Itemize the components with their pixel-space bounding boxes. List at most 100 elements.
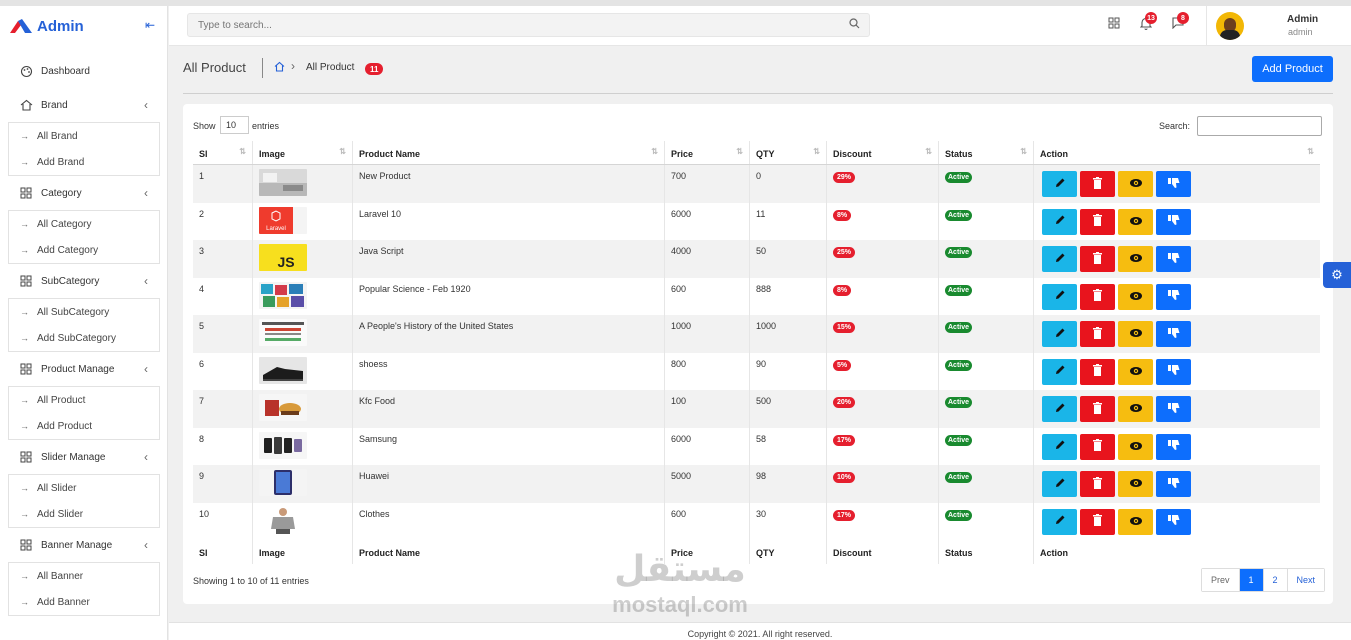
sidebar-subitem-add-subcategory[interactable]: → Add SubCategory <box>9 325 159 351</box>
sidebar-item-category[interactable]: Category ‹ <box>0 176 168 210</box>
status-badge[interactable]: Active <box>945 172 973 183</box>
edit-button[interactable] <box>1042 508 1077 535</box>
deactivate-button[interactable] <box>1156 471 1191 497</box>
apps-grid-icon[interactable] <box>1108 17 1120 32</box>
view-button[interactable] <box>1118 358 1153 385</box>
sidebar-subitem-add-banner[interactable]: → Add Banner <box>9 589 159 615</box>
sidebar-subitem-all-brand[interactable]: → All Brand <box>9 123 159 149</box>
sort-icon[interactable]: ⇅ <box>736 147 743 156</box>
search-input[interactable] <box>187 13 870 37</box>
column-header-sl[interactable]: Sl ⇅ <box>193 141 252 164</box>
delete-button[interactable] <box>1080 283 1115 310</box>
avatar[interactable] <box>1216 12 1244 40</box>
sidebar-item-slider-manage[interactable]: Slider Manage ‹ <box>0 440 168 474</box>
status-badge[interactable]: Active <box>945 397 973 408</box>
sidebar-subitem-all-banner[interactable]: → All Banner <box>9 563 159 589</box>
add-product-button[interactable]: Add Product <box>1252 56 1333 82</box>
sort-icon[interactable]: ⇅ <box>651 147 658 156</box>
view-button[interactable] <box>1118 171 1153 197</box>
sidebar-item-product-manage[interactable]: Product Manage ‹ <box>0 352 168 386</box>
edit-button[interactable] <box>1042 396 1077 422</box>
sidebar-subitem-add-product[interactable]: → Add Product <box>9 413 159 439</box>
view-button[interactable] <box>1118 321 1153 347</box>
settings-gear-icon[interactable]: ⚙ <box>1323 262 1351 288</box>
status-badge[interactable]: Active <box>945 509 973 521</box>
status-badge[interactable]: Active <box>945 434 973 446</box>
status-badge[interactable]: Active <box>945 284 973 296</box>
sort-icon[interactable]: ⇅ <box>339 147 346 156</box>
sidebar-subitem-add-brand[interactable]: → Add Brand <box>9 149 159 175</box>
delete-button[interactable] <box>1080 396 1115 422</box>
view-button[interactable] <box>1118 396 1153 422</box>
status-badge[interactable]: Active <box>945 322 973 333</box>
brand[interactable]: Admin <box>0 6 168 46</box>
sidebar-subitem-all-subcategory[interactable]: → All SubCategory <box>9 299 159 325</box>
view-button[interactable] <box>1118 283 1153 310</box>
delete-button[interactable] <box>1080 171 1115 197</box>
sort-icon[interactable]: ⇅ <box>239 147 246 156</box>
sidebar-subitem-all-slider[interactable]: → All Slider <box>9 475 159 501</box>
column-header-price[interactable]: Price ⇅ <box>664 141 749 164</box>
view-button[interactable] <box>1118 433 1153 460</box>
delete-button[interactable] <box>1080 471 1115 497</box>
delete-button[interactable] <box>1080 358 1115 385</box>
deactivate-button[interactable] <box>1156 358 1191 385</box>
status-badge[interactable]: Active <box>945 209 973 221</box>
sidebar-subitem-add-slider[interactable]: → Add Slider <box>9 501 159 527</box>
deactivate-button[interactable] <box>1156 396 1191 422</box>
home-icon[interactable] <box>274 61 285 75</box>
pagination-prev[interactable]: Prev <box>1202 569 1239 591</box>
sort-icon[interactable]: ⇅ <box>1020 147 1027 156</box>
delete-button[interactable] <box>1080 433 1115 460</box>
edit-button[interactable] <box>1042 283 1077 310</box>
collapse-left-icon[interactable]: ⇤ <box>145 18 155 32</box>
edit-button[interactable] <box>1042 246 1077 272</box>
pagination-2[interactable]: 2 <box>1262 569 1287 591</box>
deactivate-button[interactable] <box>1156 433 1191 460</box>
column-header-action[interactable]: Action ⇅ <box>1033 141 1320 164</box>
status-badge[interactable]: Active <box>945 472 973 483</box>
delete-button[interactable] <box>1080 508 1115 535</box>
edit-button[interactable] <box>1042 171 1077 197</box>
edit-button[interactable] <box>1042 208 1077 235</box>
view-button[interactable] <box>1118 246 1153 272</box>
sidebar-subitem-add-category[interactable]: → Add Category <box>9 237 159 263</box>
delete-button[interactable] <box>1080 246 1115 272</box>
column-header-status[interactable]: Status ⇅ <box>938 141 1033 164</box>
column-header-discount[interactable]: Discount ⇅ <box>826 141 938 164</box>
deactivate-button[interactable] <box>1156 508 1191 535</box>
view-button[interactable] <box>1118 508 1153 535</box>
sidebar-subitem-all-category[interactable]: → All Category <box>9 211 159 237</box>
deactivate-button[interactable] <box>1156 208 1191 235</box>
edit-button[interactable] <box>1042 471 1077 497</box>
pagination-next[interactable]: Next <box>1286 569 1325 591</box>
user-name[interactable]: Admin <box>1287 14 1318 25</box>
column-header-image[interactable]: Image ⇅ <box>252 141 352 164</box>
sidebar-subitem-all-product[interactable]: → All Product <box>9 387 159 413</box>
column-header-product-name[interactable]: Product Name ⇅ <box>352 141 664 164</box>
edit-button[interactable] <box>1042 433 1077 460</box>
delete-button[interactable] <box>1080 321 1115 347</box>
sidebar-item-banner-manage[interactable]: Banner Manage ‹ <box>0 528 168 562</box>
delete-button[interactable] <box>1080 208 1115 235</box>
edit-button[interactable] <box>1042 358 1077 385</box>
entries-select[interactable]: 10 <box>220 116 249 134</box>
sort-icon[interactable]: ⇅ <box>1307 147 1314 156</box>
deactivate-button[interactable] <box>1156 171 1191 197</box>
search-icon[interactable] <box>849 18 860 32</box>
sort-icon[interactable]: ⇅ <box>925 147 932 156</box>
status-badge[interactable]: Active <box>945 247 973 258</box>
deactivate-button[interactable] <box>1156 321 1191 347</box>
sort-icon[interactable]: ⇅ <box>813 147 820 156</box>
sidebar-item-dashboard[interactable]: Dashboard <box>0 54 168 88</box>
deactivate-button[interactable] <box>1156 246 1191 272</box>
column-header-qty[interactable]: QTY ⇅ <box>749 141 826 164</box>
sidebar-item-brand[interactable]: Brand ‹ <box>0 88 168 122</box>
deactivate-button[interactable] <box>1156 283 1191 310</box>
table-search-input[interactable] <box>1197 116 1322 136</box>
status-badge[interactable]: Active <box>945 359 973 371</box>
sidebar-item-subcategory[interactable]: SubCategory ‹ <box>0 264 168 298</box>
view-button[interactable] <box>1118 471 1153 497</box>
pagination-1[interactable]: 1 <box>1238 569 1263 591</box>
edit-button[interactable] <box>1042 321 1077 347</box>
